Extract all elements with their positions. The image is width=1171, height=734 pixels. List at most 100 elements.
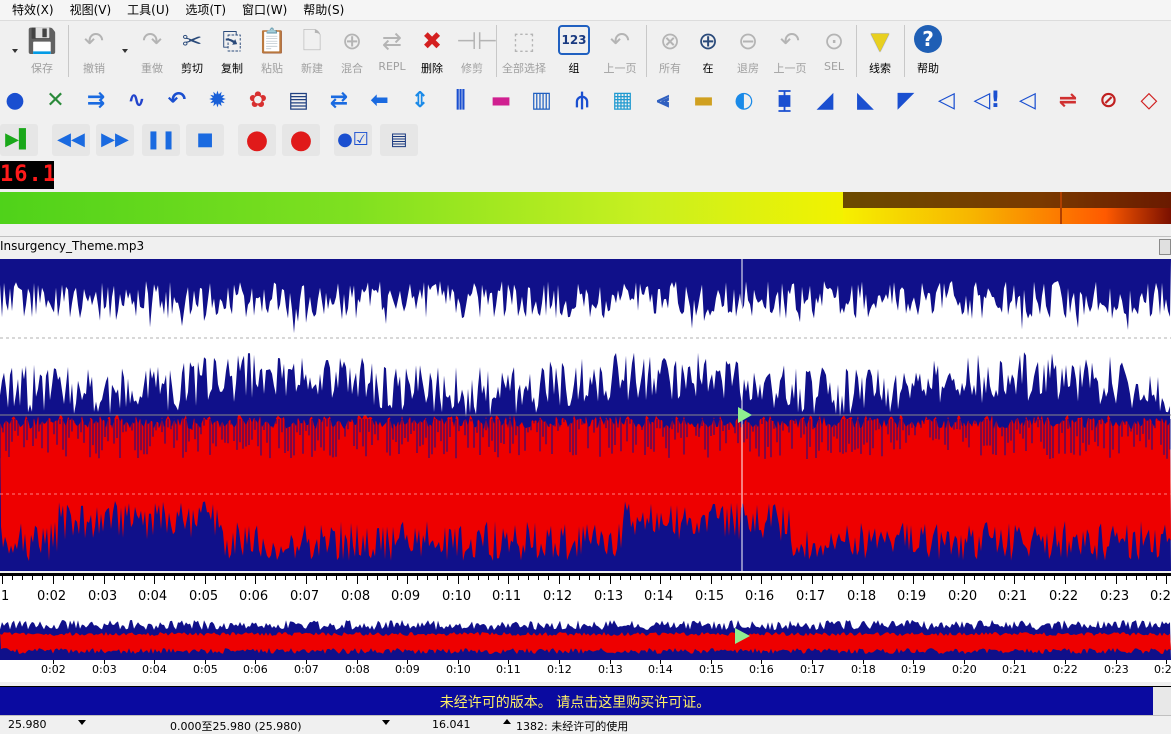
gear-blue-icon[interactable]: ✹ (203, 86, 233, 116)
toolbar-button-label: REPL (378, 60, 406, 73)
stop-icon: ■ (196, 129, 214, 150)
fade-updown-icon[interactable]: ⇕ (405, 86, 435, 116)
scrollbar[interactable] (1153, 687, 1171, 715)
toolbar-button[interactable]: ⇄ REPL (370, 23, 414, 79)
ruler-minor-tick (1146, 576, 1148, 580)
toolbar-button[interactable]: ↷ 重做 (130, 23, 174, 79)
waveform-icon[interactable]: ∿ (122, 86, 152, 116)
toolbar-button[interactable]: 🗋 新建 (290, 23, 334, 79)
undo-dropdown-arrow[interactable] (122, 49, 128, 53)
cd-icon[interactable]: ● (0, 86, 30, 116)
toolbar-button[interactable]: ⎘ 复制 (210, 23, 254, 79)
toolbar-button[interactable]: ↶ 撤销 (72, 23, 116, 79)
time-ruler[interactable]: 1 0:02 0:03 0:04 0:05 0:06 0:07 0:08 0:09 0:10 0:1… (0, 573, 1171, 612)
save-dropdown-arrow[interactable] (12, 49, 18, 53)
toolbar-button[interactable]: ⊕ 混合 (330, 23, 374, 79)
toolbar-button[interactable]: ⬚ 全部选择 (502, 23, 546, 79)
volume-bar-icon[interactable]: ⧯ (770, 86, 800, 116)
select-all-icon: ⬚ (512, 27, 536, 55)
noise-gate-icon[interactable]: ⫛ (567, 86, 597, 116)
pause-button[interactable]: ❚❚ (142, 124, 180, 156)
menu-item[interactable]: 工具(U) (119, 0, 177, 20)
length-dropdown-arrow[interactable] (78, 720, 86, 725)
arch-icon[interactable]: ▥ (527, 86, 557, 116)
ramp-down-icon[interactable]: ◣ (851, 86, 881, 116)
auto-trim-icon[interactable]: ✕ (41, 86, 71, 116)
menu-item[interactable]: 选项(T) (177, 0, 234, 20)
diamond-red-icon[interactable]: ◇ (1134, 86, 1164, 116)
small-speaker-icon[interactable]: ◁ (1013, 86, 1043, 116)
ramp-left-icon[interactable]: ◤ (891, 86, 921, 116)
ruler-minor-tick (174, 576, 176, 580)
record-punch-button[interactable]: ● (282, 124, 320, 156)
overview-label: 0:15 (699, 663, 724, 676)
bpm-icon[interactable]: ▤ (284, 86, 314, 116)
ruler-minor-tick (478, 576, 480, 580)
swap-arrows-icon[interactable]: ⇄ (324, 86, 354, 116)
toolbar-button[interactable]: 123 组 (552, 23, 596, 79)
toolbar-button[interactable]: ⊕ 在 (686, 23, 730, 79)
arrow-left-icon[interactable]: ⬅ (365, 86, 395, 116)
stop-button[interactable]: ■ (186, 124, 224, 156)
ruler-minor-tick (42, 576, 44, 580)
window-button[interactable]: ▤ (380, 124, 418, 156)
overview-waveform[interactable] (0, 612, 1171, 660)
ruler-tick (104, 576, 105, 584)
ruler-minor-tick (295, 576, 297, 580)
left-channel-wave (0, 259, 1171, 334)
ruler-label: 0:07 (290, 589, 320, 604)
toolbar-button-label: 剪切 (181, 62, 203, 75)
color-bar-icon[interactable]: ▬ (689, 86, 719, 116)
toolbar-button[interactable]: 💾 保存 (20, 23, 64, 79)
toolbar-button[interactable]: ✖ 删除 (410, 23, 454, 79)
toolbar-button[interactable]: ↶ 上一页 (768, 23, 812, 79)
dc-offset-icon[interactable]: ⇉ (81, 86, 111, 116)
fast-forward-button[interactable]: ▶▶ (96, 124, 134, 156)
toolbar-button[interactable]: ⊖ 退房 (726, 23, 770, 79)
selection-dropdown-arrow[interactable] (382, 720, 390, 725)
menu-item[interactable]: 特效(X) (0, 0, 62, 20)
menu-item[interactable]: 帮助(S) (295, 0, 352, 20)
mute-icon[interactable]: ◁ (932, 86, 962, 116)
no-entry-icon[interactable]: ⊘ (1094, 86, 1124, 116)
toolbar-button[interactable]: ⊙ SEL (812, 23, 856, 79)
toolbar-button[interactable]: ⊣⊢ 修剪 (450, 23, 498, 79)
ruler-label: 0:19 (897, 589, 927, 604)
sparkle-icon[interactable]: ✿ (243, 86, 273, 116)
window-restore-button[interactable] (1159, 239, 1171, 255)
split-icon[interactable]: ⫷ (648, 86, 678, 116)
ruler-label: 0:14 (644, 589, 674, 604)
ruler-minor-tick (215, 576, 217, 580)
waveform-view[interactable] (0, 259, 1171, 571)
document-titlebar: Insurgency_Theme.mp3 (0, 236, 1171, 258)
record-button[interactable]: ● (238, 124, 276, 156)
cut-red-icon[interactable]: ⇌ (1053, 86, 1083, 116)
ruler-minor-tick (114, 576, 116, 580)
replace-icon: ⇄ (381, 27, 403, 55)
ruler-label: 0:10 (442, 589, 472, 604)
menu-item[interactable]: 窗口(W) (234, 0, 295, 20)
oval-check-button[interactable]: ●☑ (334, 124, 372, 156)
ruler-minor-tick (83, 576, 85, 580)
rewind-button[interactable]: ◀◀ (52, 124, 90, 156)
cursor-up-arrow[interactable] (503, 719, 511, 724)
level-icon[interactable]: ◁! (972, 86, 1002, 116)
menu-item[interactable]: 视图(V) (62, 0, 120, 20)
license-banner-text[interactable]: 未经许可的版本。 请点击这里购买许可证。 (0, 692, 1150, 712)
ramp-up-icon[interactable]: ◢ (810, 86, 840, 116)
delete-x-icon: ✖ (421, 27, 443, 55)
eq-sliders-icon[interactable]: ⫼ (446, 86, 476, 116)
toolbar-button[interactable]: ✂ 剪切 (170, 23, 214, 79)
toolbar-button[interactable]: ? 帮助 (906, 23, 950, 79)
loop-back-icon[interactable]: ↶ (162, 86, 192, 116)
waveform-canvas[interactable] (0, 259, 1171, 571)
toolbar-button[interactable]: ▼ 线索 (858, 23, 902, 79)
spectrum-icon[interactable]: ▦ (608, 86, 638, 116)
toolbar-button[interactable]: ↶ 上一页 (598, 23, 642, 79)
speaker-icon[interactable]: ◐ (729, 86, 759, 116)
overview-canvas[interactable] (0, 612, 1171, 660)
play-button[interactable]: ▶▌ (0, 124, 38, 156)
license-banner[interactable]: 未经许可的版本。 请点击这里购买许可证。 (0, 686, 1171, 715)
rainbow-bar-icon[interactable]: ▬ (486, 86, 516, 116)
toolbar-button[interactable]: 📋 粘贴 (250, 23, 294, 79)
